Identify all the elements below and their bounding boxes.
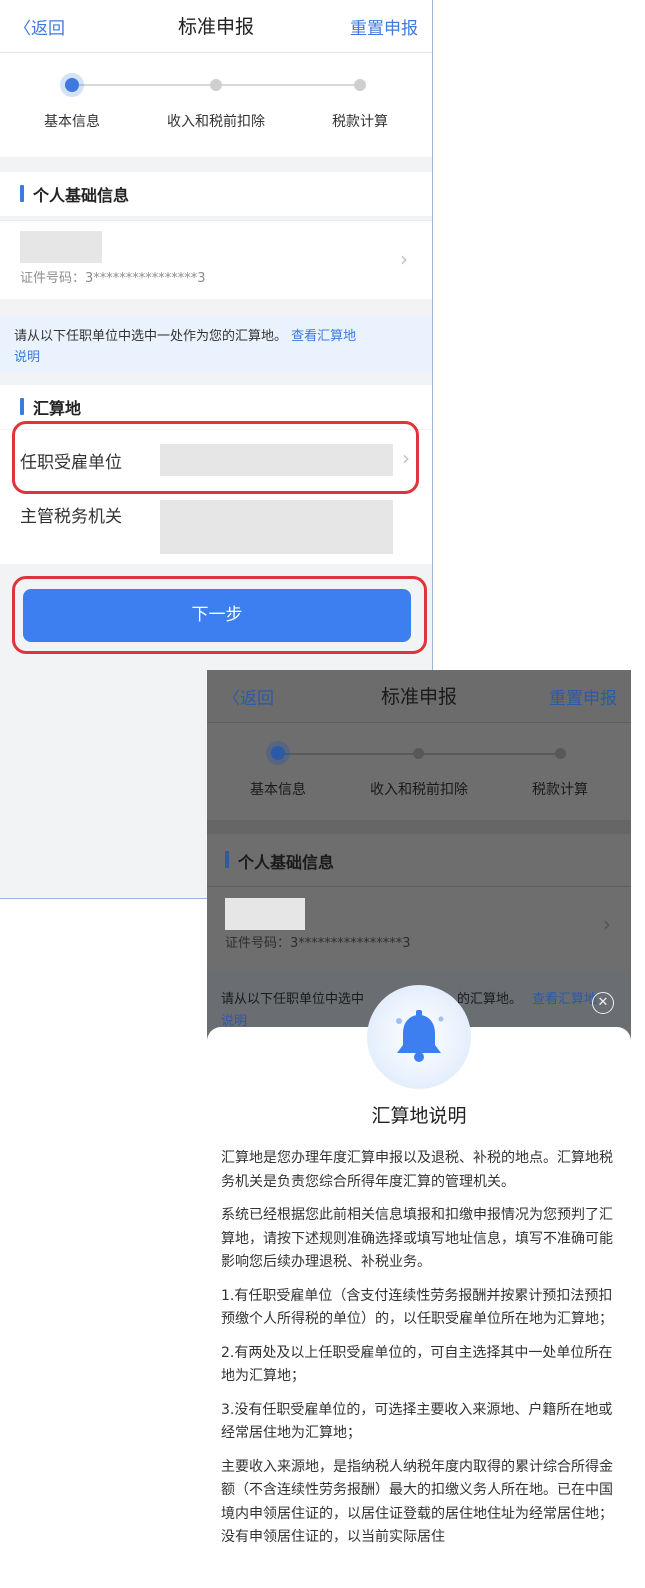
modal-title: 汇算地说明 (371, 1105, 467, 1127)
bell-badge (367, 985, 471, 1089)
view-settlement-link[interactable]: 查看汇算地 (532, 988, 597, 1007)
view-settlement-link[interactable]: 查看汇算地 (291, 329, 356, 344)
name-redacted (20, 231, 102, 263)
section-title: 个人基础信息 (33, 186, 130, 205)
section-marker (20, 398, 24, 415)
step-label-income: 收入和税前扣除 (167, 114, 265, 130)
progress-steps: 基本信息 收入和税前扣除 税款计算 (207, 723, 631, 819)
step-dot (354, 79, 366, 91)
next-step-button[interactable]: 下一步 (23, 589, 411, 642)
step-dot-active (65, 78, 79, 92)
view-settlement-link-2[interactable]: 说明 (14, 350, 40, 365)
divider (207, 886, 631, 887)
modal-paragraph: 3.没有任职受雇单位的，可选择主要收入来源地、户籍所在地或经常居住地为汇算地； (221, 1401, 613, 1442)
tip-text-left: 请从以下任职单位中选中 (221, 992, 365, 1007)
chevron-right-icon: › (400, 247, 408, 271)
section-marker (225, 851, 229, 868)
id-number: 证件号码：3****************3 (225, 936, 411, 951)
nav-bar: 〈返回 标准申报 重置申报 (207, 670, 631, 723)
modal-paragraph: 主要收入来源地，是指纳税人纳税年度内取得的累计综合所得金额（不含连续性劳务报酬）… (221, 1458, 613, 1546)
chevron-right-icon: › (603, 912, 611, 936)
step-label-basic-info: 基本信息 (250, 782, 306, 798)
close-icon[interactable]: ✕ (592, 992, 614, 1014)
name-redacted (225, 898, 305, 930)
modal-paragraph: 系统已经根据您此前相关信息填报和扣缴申报情况为您预判了汇算地，请按下述规则准确选… (221, 1207, 613, 1270)
step-dot (555, 748, 566, 759)
step-label-tax-calc: 税款计算 (532, 782, 588, 798)
section-title: 汇算地 (33, 399, 82, 418)
section-marker (20, 185, 24, 202)
section-title: 个人基础信息 (238, 853, 335, 872)
step-dot (210, 79, 222, 91)
personal-info-header: 个人基础信息 (0, 172, 432, 216)
step-label-tax-calc: 税款计算 (332, 114, 388, 130)
personal-info-row[interactable]: 证件号码：3****************3 › (0, 220, 432, 299)
settlement-explanation-modal: 汇算地说明 汇算地是您办理年度汇算申报以及退税、补税的地点。汇算地税务机关是负责… (207, 1027, 631, 1588)
divider (207, 820, 631, 834)
step-label-income: 收入和税前扣除 (370, 782, 468, 798)
tax-authority-value (160, 500, 393, 554)
id-number: 证件号码：3****************3 (20, 271, 206, 286)
modal-paragraph: 1.有任职受雇单位（含支付连续性劳务报酬并按累计预扣法预扣预缴个人所得税的单位）… (221, 1287, 613, 1328)
tax-authority-label: 主管税务机关 (20, 507, 122, 527)
employer-highlight-box (12, 421, 419, 494)
reset-declaration-button[interactable]: 重置申报 (549, 684, 617, 709)
nav-bar: 〈返回 标准申报 重置申报 (0, 0, 432, 53)
settlement-tip: 请从以下任职单位中选中一处作为您的汇算地。 查看汇算地 说明 (0, 316, 432, 372)
step-dot (413, 748, 424, 759)
screen-settlement-explanation: 〈返回 标准申报 重置申报 基本信息 收入和税前扣除 税款计算 个人基础信息 证… (207, 670, 631, 1588)
modal-body: 汇算地是您办理年度汇算申报以及退税、补税的地点。汇算地税务机关是负责您综合所得年… (221, 1147, 617, 1560)
step-dot-active (271, 746, 285, 760)
reset-declaration-button[interactable]: 重置申报 (350, 14, 418, 39)
progress-steps: 基本信息 收入和税前扣除 税款计算 (0, 53, 432, 157)
step-label-basic-info: 基本信息 (44, 114, 100, 130)
bell-icon (396, 1010, 444, 1062)
modal-paragraph: 2.有两处及以上任职受雇单位的，可自主选择其中一处单位所在地为汇算地； (221, 1344, 613, 1385)
modal-paragraph: 汇算地是您办理年度汇算申报以及退税、补税的地点。汇算地税务机关是负责您综合所得年… (221, 1150, 613, 1190)
